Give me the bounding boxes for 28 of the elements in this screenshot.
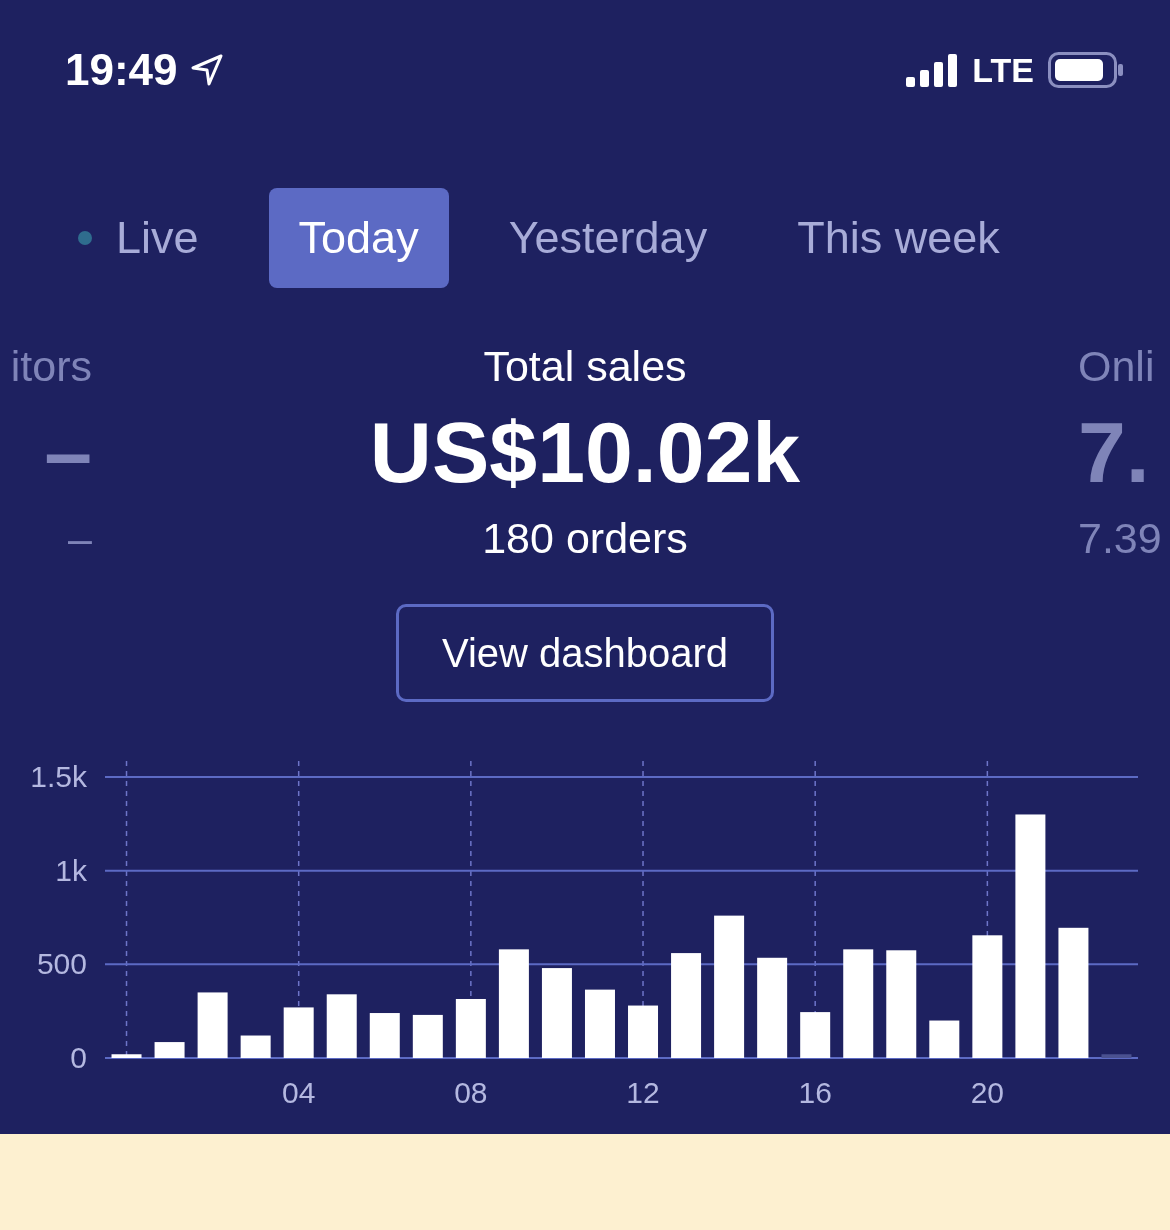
period-tab[interactable]: Today (268, 187, 449, 288)
x-axis-label: 20 (970, 1076, 1005, 1109)
stat-label: Onli (1078, 341, 1155, 392)
x-axis-label: 12 (626, 1076, 660, 1109)
period-tab[interactable]: Yesterday (478, 187, 738, 288)
stat-label: itors (10, 341, 92, 392)
location-arrow-icon (189, 53, 224, 87)
stat-value: 7. (1078, 404, 1150, 500)
y-axis-label: 0 (70, 1041, 87, 1074)
network-label: LTE (972, 50, 1034, 90)
stat-value: US$10.02k (369, 404, 801, 500)
stat-detail: 7.39 (1078, 513, 1162, 564)
y-axis-label: 1k (55, 853, 87, 887)
status-time: 19:49 (65, 45, 178, 95)
x-axis-label: 04 (282, 1076, 316, 1109)
period-tab[interactable]: Live (48, 187, 229, 288)
x-axis-label: 08 (454, 1076, 488, 1109)
stat-detail: 180 orders (482, 513, 688, 564)
stat-detail: – (68, 513, 92, 564)
x-axis-label: 16 (798, 1076, 832, 1109)
period-tab[interactable]: This week (767, 187, 1030, 288)
y-axis-label: 1.5k (30, 760, 87, 793)
view-dashboard-button[interactable]: View dashboard (396, 604, 774, 702)
signal-icon (906, 53, 959, 87)
battery-icon (1048, 52, 1124, 88)
stat-label: Total sales (483, 341, 687, 392)
y-axis-label: 500 (36, 947, 87, 981)
stat-value: – (44, 404, 92, 500)
